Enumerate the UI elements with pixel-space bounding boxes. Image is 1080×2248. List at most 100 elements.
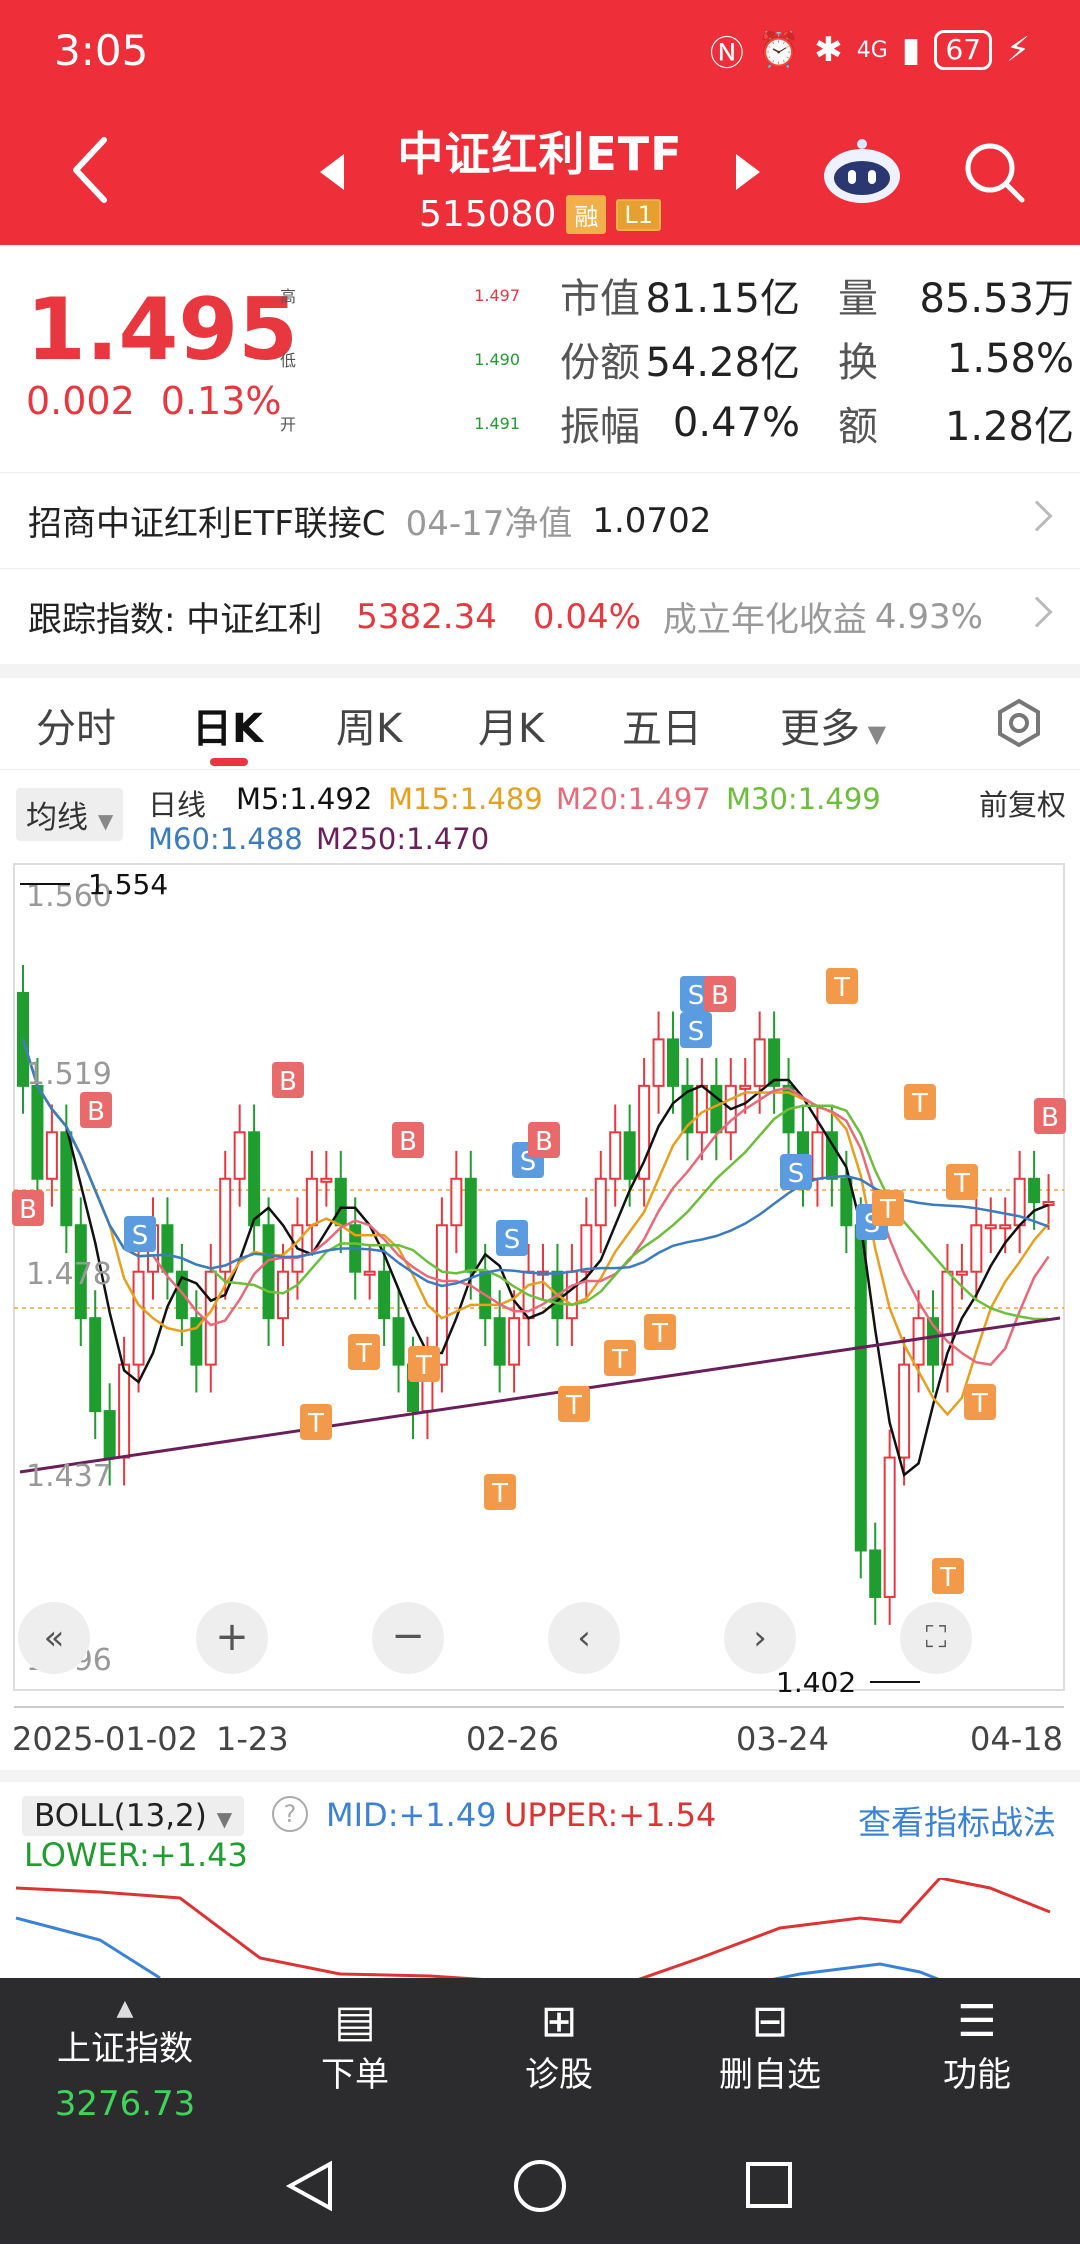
boll-panel: BOLL(13,2) ▼ ? MID:+1.49 UPPER:+1.54 查看指… (0, 1770, 1080, 1988)
index-name: 上证指数 (57, 2029, 193, 2069)
candle-body (999, 1224, 1012, 1230)
tracking-index-label: 跟踪指数: 中证红利 (28, 600, 323, 640)
candle-body (565, 1270, 578, 1320)
zoom-in-button[interactable]: + (196, 1602, 268, 1674)
svg-text:B: B (535, 1127, 553, 1157)
t-marker: T (932, 1558, 964, 1594)
charging-icon: ⚡ (1006, 30, 1030, 70)
scroll-right-button[interactable]: › (724, 1602, 796, 1674)
y-label-4: 1.437 (26, 1459, 112, 1494)
adjustment-label[interactable]: 前复权 (979, 782, 1066, 824)
t-marker: T (964, 1384, 996, 1420)
tab-monthly-k[interactable]: 月K (478, 696, 544, 754)
candle-body (580, 1224, 593, 1273)
stock-title-block: 中证红利ETF 515080 融 L1 (320, 118, 760, 235)
svg-text:T: T (307, 1409, 324, 1439)
annual-return-label: 成立年化收益 (662, 600, 867, 640)
candle-body (912, 1317, 925, 1366)
amount-row: 额 1.28亿 (838, 404, 1074, 450)
index-value: 3276.73 (54, 2084, 196, 2124)
candle-body (320, 1177, 333, 1183)
order-button[interactable]: ▤ 下单 (300, 1996, 410, 2096)
search-icon[interactable] (962, 140, 1026, 204)
nav-back-icon[interactable] (285, 2160, 332, 2212)
scroll-start-button[interactable]: « (18, 1602, 90, 1674)
index-ticker[interactable]: ▲ 上证指数 3276.73 (40, 1996, 210, 2124)
candle-body (248, 1131, 261, 1227)
linked-fund-row[interactable]: 招商中证红利ETF联接C 04-17净值 1.0702 (0, 472, 1080, 568)
mcap-row: 市值 81.15亿 (560, 276, 800, 322)
kline-svg[interactable]: BBSBBSBSSSBSSBTT TTTTTTTTTTT 1.560 1.519 … (0, 862, 1080, 1699)
back-icon[interactable] (64, 130, 124, 210)
fullscreen-button[interactable]: ⛶ (900, 1602, 972, 1674)
battery-icon: 67 (934, 30, 993, 70)
tracking-index-value: 5382.34 (356, 596, 497, 637)
remove-watchlist-button[interactable]: ⊟ 删自选 (700, 1996, 840, 2096)
candle-body (277, 1270, 289, 1320)
candlestick-chart[interactable]: BBSBBSBSSSBSSBTTTTTTTTTTTTT 1.560 1.519 … (0, 862, 1080, 1699)
candle-body (204, 1270, 217, 1366)
svg-text:T: T (491, 1479, 508, 1509)
sell-marker: S (496, 1220, 528, 1256)
tab-daily-k[interactable]: 日K (192, 696, 263, 754)
zoom-out-button[interactable]: − (372, 1602, 444, 1674)
t-marker: T (484, 1474, 516, 1510)
next-stock-icon[interactable] (736, 154, 760, 190)
candle-body (378, 1270, 391, 1320)
y-label-3: 1.478 (26, 1257, 112, 1292)
buy-marker: B (704, 976, 736, 1012)
tracking-index-row[interactable]: 跟踪指数: 中证红利 5382.34 0.04% 成立年化收益 4.93% (0, 568, 1080, 664)
candle-body (450, 1177, 463, 1227)
stock-code: 515080 (418, 194, 557, 235)
ma250-value: M250:1.470 (316, 822, 490, 856)
linked-fund-nav: 1.0702 (592, 500, 712, 541)
function-button[interactable]: ☰ 功能 (922, 1996, 1032, 2096)
candle-body (609, 1131, 622, 1180)
candle-body (89, 1317, 102, 1413)
robot-assistant-icon[interactable] (820, 138, 904, 204)
tab-weekly-k[interactable]: 周K (336, 696, 402, 754)
diagnose-button[interactable]: ⊞ 诊股 (504, 1996, 614, 2096)
candle-body (508, 1317, 521, 1366)
t-marker: T (644, 1314, 676, 1350)
candle-body (623, 1131, 636, 1180)
price-change: 0.002 0.13% (26, 379, 282, 423)
candle-body (869, 1549, 882, 1598)
candle-body (392, 1317, 405, 1366)
buy-marker: B (272, 1062, 304, 1098)
linked-fund-date: 04-17净值 (405, 504, 573, 544)
indicator-select[interactable]: 均线 ▼ (16, 788, 124, 841)
svg-text:T: T (939, 1563, 956, 1593)
tab-more[interactable]: 更多 ▼ (780, 696, 886, 754)
status-time: 3:05 (54, 26, 149, 75)
bluetooth-icon: ✱ (814, 30, 843, 70)
settings-icon[interactable] (994, 698, 1044, 748)
strategy-link[interactable]: 查看指标战法 (858, 1796, 1056, 1844)
ma5-value: M5:1.492 (236, 782, 373, 816)
scroll-left-button[interactable]: ‹ (548, 1602, 620, 1674)
ma-period-type: 日线 (148, 788, 207, 822)
boll-mid: MID:+1.49 (326, 1796, 497, 1834)
boll-upper: UPPER:+1.54 (504, 1796, 717, 1834)
nfc-icon: Ⓝ (709, 33, 744, 74)
remove-watchlist-icon: ⊟ (751, 1996, 789, 2047)
boll-lower: LOWER:+1.43 (24, 1836, 248, 1874)
active-tab-indicator (210, 758, 248, 766)
candle-body (45, 1131, 58, 1180)
boll-indicator-select[interactable]: BOLL(13,2) ▼ (22, 1796, 245, 1836)
help-icon[interactable]: ? (272, 1796, 308, 1832)
change-percent: 0.13% (160, 379, 282, 423)
candle-body (334, 1177, 347, 1227)
t-marker: T (904, 1084, 936, 1120)
status-bar: 3:05 Ⓝ ⏰ ✱ 4G ▮ 67 ⚡ (0, 0, 1080, 105)
nav-recents-icon[interactable] (746, 2162, 792, 2208)
tab-intraday[interactable]: 分时 (36, 696, 116, 754)
caret-down-icon: ▼ (860, 720, 887, 748)
tab-five-day[interactable]: 五日 (622, 696, 702, 754)
candle-body (219, 1177, 232, 1273)
last-price: 1.495 (26, 280, 299, 380)
candle-body (739, 1084, 752, 1090)
shares-row: 份额 54.28亿 (560, 340, 800, 386)
svg-text:T: T (611, 1345, 628, 1375)
nav-home-icon[interactable] (514, 2160, 566, 2212)
